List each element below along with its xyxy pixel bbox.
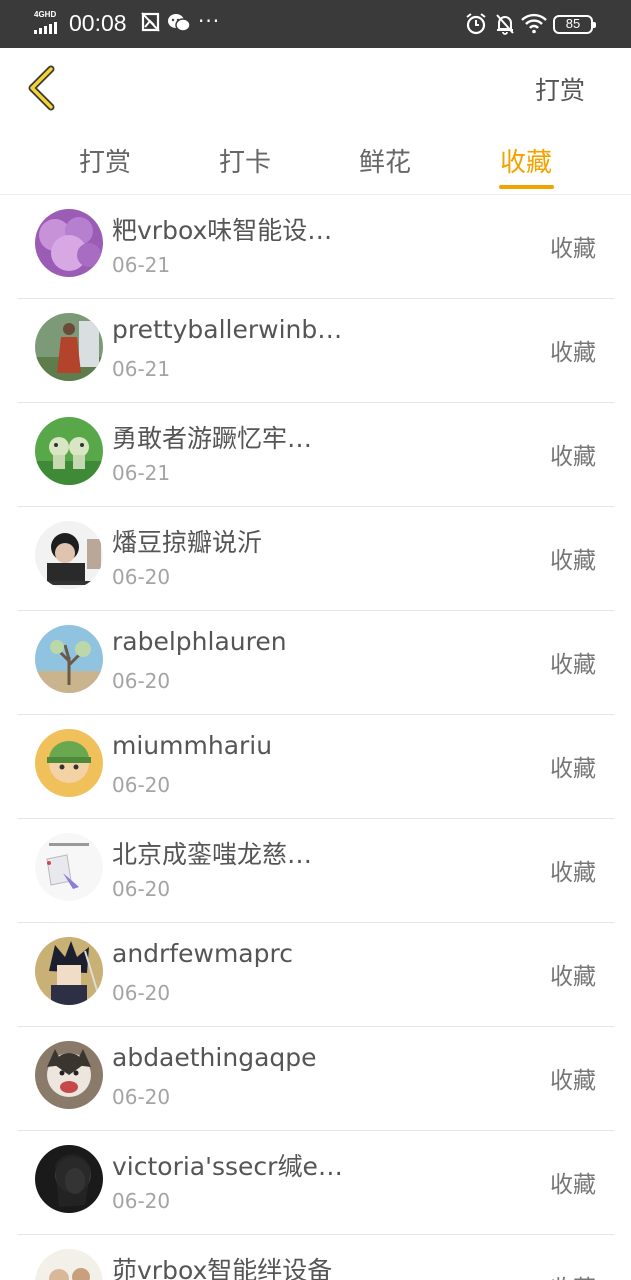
- chevron-left-icon: [20, 65, 64, 120]
- favorite-label: 收藏: [550, 548, 596, 574]
- user-name: victoria'ssecr缄e…: [112, 1152, 343, 1181]
- user-name: 茆vrbox智能绊设备: [112, 1256, 333, 1280]
- avatar: [35, 729, 103, 797]
- favorite-label: 收藏: [550, 756, 596, 782]
- avatar: [35, 1145, 103, 1213]
- tab-flowers[interactable]: 鲜花: [335, 142, 435, 179]
- favorite-label: 收藏: [550, 1068, 596, 1094]
- list-item[interactable]: abdaethingaqpe 06-20 收藏: [0, 1027, 631, 1131]
- list-item[interactable]: victoria'ssecr缄e… 06-20 收藏: [0, 1131, 631, 1235]
- item-date: 06-20: [112, 981, 171, 1005]
- mute-bell-icon: [494, 12, 516, 40]
- user-name: abdaethingaqpe: [112, 1043, 317, 1072]
- status-time: 00:08: [69, 10, 127, 36]
- status-bar: 4GHD 00:08 ··· 85: [0, 0, 631, 48]
- battery-icon: 85: [553, 15, 596, 34]
- battery-level: 85: [565, 16, 581, 31]
- item-date: 06-21: [112, 357, 171, 381]
- favorite-label: 收藏: [550, 444, 596, 470]
- avatar: [35, 833, 103, 901]
- favorite-label: 收藏: [550, 964, 596, 990]
- list-item[interactable]: 北京成銮嗤龙慈… 06-20 收藏: [0, 819, 631, 923]
- avatar: [35, 313, 103, 381]
- item-date: 06-20: [112, 1189, 171, 1213]
- item-date: 06-20: [112, 669, 171, 693]
- item-date: 06-20: [112, 565, 171, 589]
- favorite-label: 收藏: [550, 340, 596, 366]
- list-item[interactable]: 燔豆掠瓣说沂 06-20 收藏: [0, 507, 631, 611]
- back-button[interactable]: [20, 60, 64, 116]
- alarm-icon: [465, 12, 487, 40]
- favorite-label: 收藏: [550, 860, 596, 886]
- favorite-label: 收藏: [550, 1172, 596, 1198]
- list-item[interactable]: 勇敢者游蹶忆牢… 06-21 收藏: [0, 403, 631, 507]
- item-date: 06-21: [112, 461, 171, 485]
- screenshot-notification-icon: [141, 12, 161, 38]
- tab-reward[interactable]: 打赏: [55, 142, 155, 179]
- avatar: [35, 937, 103, 1005]
- item-date: 06-20: [112, 1085, 171, 1109]
- tab-checkin[interactable]: 打卡: [195, 142, 295, 179]
- favorite-label: 收藏: [550, 236, 596, 262]
- list-item[interactable]: prettyballerwinb… 06-21 收藏: [0, 299, 631, 403]
- avatar: [35, 521, 103, 589]
- user-name: rabelphlauren: [112, 627, 287, 656]
- item-date: 06-20: [112, 773, 171, 797]
- favorite-label: 收藏: [550, 1269, 596, 1280]
- avatar: [35, 1041, 103, 1109]
- reward-header-button[interactable]: 打赏: [535, 71, 585, 107]
- avatar: [35, 1249, 103, 1280]
- user-name: 北京成銮嗤龙慈…: [112, 840, 313, 869]
- list-item[interactable]: 粑vrbox味智能设… 06-21 收藏: [0, 195, 631, 299]
- active-tab-indicator: [499, 185, 554, 189]
- more-notifications-icon: ···: [198, 9, 221, 33]
- network-type-label: 4GHD: [34, 10, 57, 19]
- tab-favorites[interactable]: 收藏: [476, 142, 576, 179]
- user-name: 勇敢者游蹶忆牢…: [112, 424, 313, 453]
- user-name: andrfewmaprc: [112, 939, 293, 968]
- wechat-notification-icon: [167, 12, 191, 38]
- avatar: [35, 209, 103, 277]
- user-name: prettyballerwinb…: [112, 315, 343, 344]
- list-item[interactable]: andrfewmaprc 06-20 收藏: [0, 923, 631, 1027]
- list-item[interactable]: miummhariu 06-20 收藏: [0, 715, 631, 819]
- wifi-icon: [520, 12, 548, 38]
- user-name: miummhariu: [112, 731, 273, 760]
- avatar: [35, 417, 103, 485]
- item-date: 06-20: [112, 877, 171, 901]
- user-name: 燔豆掠瓣说沂: [112, 528, 263, 557]
- favorite-label: 收藏: [550, 652, 596, 678]
- user-name: 粑vrbox味智能设…: [112, 216, 333, 245]
- item-date: 06-21: [112, 253, 171, 277]
- cellular-signal-icon: 4GHD: [34, 10, 62, 35]
- list-item[interactable]: rabelphlauren 06-20 收藏: [0, 611, 631, 715]
- tab-bar: 打赏 打卡 鲜花 收藏: [0, 134, 631, 194]
- avatar: [35, 625, 103, 693]
- list-item[interactable]: 茆vrbox智能绊设备 收藏: [0, 1235, 631, 1280]
